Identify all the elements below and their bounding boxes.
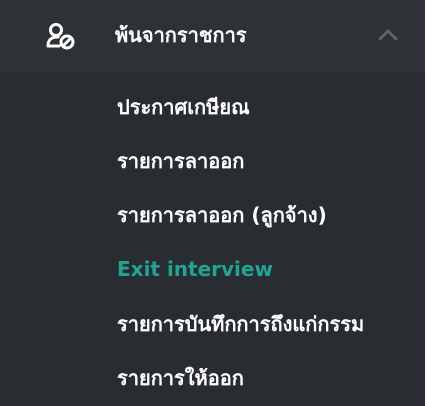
submenu-item-employee-resignation-list[interactable]: รายการลาออก (ลูกจ้าง) [117,201,327,229]
submenu-item-dismissal-list[interactable]: รายการให้ออก [117,364,244,392]
submenu-item-death-record-list[interactable]: รายการบันทึกการถึงแก่กรรม [117,310,364,338]
submenu-item-resignation-list[interactable]: รายการลาออก [117,147,244,175]
submenu-list: ประกาศเกษียณ รายการลาออก รายการลาออก (ลู… [0,72,425,406]
sidebar-menu: พ้นจากราชการ ประกาศเกษียณ รายการลาออก รา… [0,0,425,406]
submenu-item-retirement-announcement[interactable]: ประกาศเกษียณ [117,93,250,121]
menu-section-header[interactable]: พ้นจากราชการ [0,0,425,72]
menu-section-label: พ้นจากราชการ [115,23,247,47]
submenu-item-exit-interview[interactable]: Exit interview [117,255,273,283]
chevron-up-icon[interactable] [376,26,400,44]
user-block-icon [46,23,75,50]
